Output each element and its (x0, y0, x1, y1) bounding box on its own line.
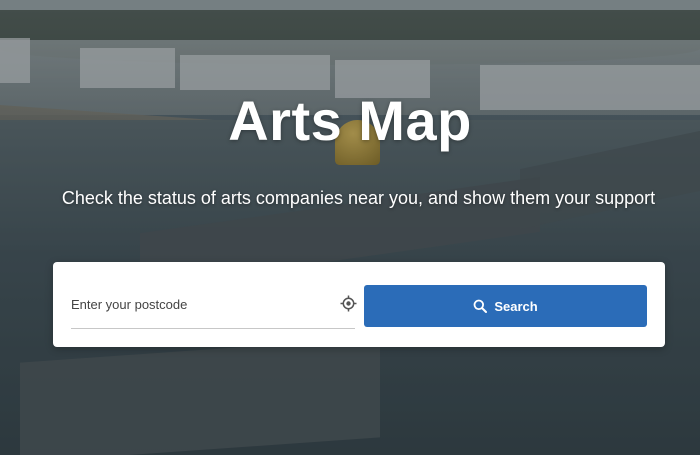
search-icon (473, 299, 488, 313)
search-button[interactable]: Search (364, 285, 647, 327)
search-button-label: Search (494, 298, 538, 314)
postcode-field (71, 284, 357, 329)
search-card: Search (53, 262, 665, 347)
page-subtitle: Check the status of arts companies near … (61, 188, 656, 208)
hero-overlay (0, 0, 700, 455)
page-title: Arts Map (228, 89, 472, 152)
postcode-input[interactable] (71, 284, 321, 324)
crosshair-icon[interactable] (340, 295, 357, 312)
hero-background (0, 0, 700, 455)
